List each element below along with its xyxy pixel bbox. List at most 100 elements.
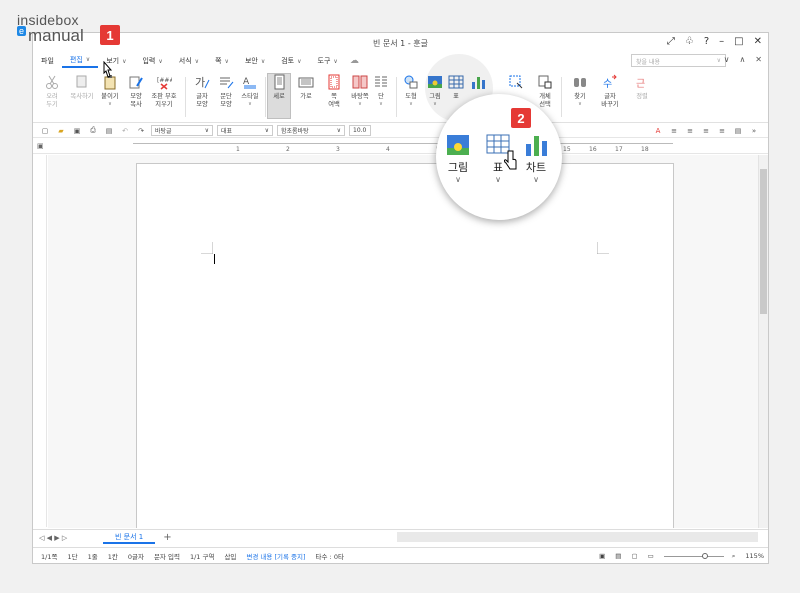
close-button[interactable]: ✕ (754, 36, 762, 47)
zoom-fit-icon[interactable]: ▭ (648, 552, 654, 560)
preview-icon[interactable]: ▤ (103, 126, 115, 136)
view-page-icon[interactable]: ▢ (631, 552, 637, 560)
tab-nav-icon[interactable]: ◁ ◀ ▶ ▷ (39, 534, 67, 542)
distribute-icon[interactable]: ▤ (732, 126, 744, 136)
font-color-icon[interactable]: A (652, 126, 664, 136)
menu-tools[interactable]: 도구 ∨ (310, 56, 346, 66)
landscape-button[interactable]: 가로 (293, 74, 319, 101)
horizontal-scrollbar[interactable] (397, 532, 758, 542)
copy-button[interactable]: 복사하기 (67, 74, 97, 101)
view-normal-icon[interactable]: ▣ (599, 552, 605, 560)
svg-text:근: 근 (636, 79, 645, 90)
landscape-label: 가로 (300, 93, 312, 100)
view-web-icon[interactable]: ▤ (615, 552, 621, 560)
menu-edit[interactable]: 편집 ∨ (61, 55, 99, 68)
zoom-slider[interactable] (663, 552, 724, 559)
clear-codes-button[interactable]: [###] 조판 부호 지우기 (147, 74, 181, 109)
zoom-search-icon[interactable]: ⌕ (732, 552, 736, 561)
fullscreen-icon[interactable]: ⤢ (667, 36, 675, 47)
help-icon[interactable]: ? (704, 36, 709, 47)
mag-picture-button[interactable]: 그림 ∨ (446, 134, 470, 184)
open-folder-icon[interactable]: ▰ (55, 126, 67, 136)
chevron-down-icon: ∨ (336, 127, 341, 134)
maximize-button[interactable]: □ (734, 36, 743, 47)
vertical-ruler[interactable] (33, 155, 47, 527)
ruler-toggle-icon[interactable]: ▣ (37, 142, 44, 150)
menu-file[interactable]: 파일 (33, 56, 62, 66)
ribbon-close-icon[interactable]: ✕ (755, 55, 762, 64)
save-icon[interactable]: ▣ (71, 126, 83, 136)
ruler-scale: 1 2 3 4 5 6 7 15 16 17 18 (133, 143, 673, 153)
scroll-thumb[interactable] (760, 169, 767, 314)
status-insert[interactable]: 삽입 (224, 551, 236, 561)
replace-char-button[interactable]: 수 글자 바꾸기 (595, 74, 625, 109)
format-toolbar: ▢ ▰ ▣ ⎙ ▤ ↶ ↷ 바탕글 ∨ 대표 ∨ 함초롬바탕 ∨ 10.0 A ≡ ≡… (33, 124, 768, 138)
style-select[interactable]: 바탕글 ∨ (151, 125, 213, 136)
add-tab-button[interactable]: + (163, 532, 171, 543)
proofread-button[interactable]: 근 정렬 (627, 74, 657, 101)
language-select[interactable]: 대표 ∨ (217, 125, 273, 136)
mag-table-label: 표 (492, 162, 504, 174)
document-page[interactable] (136, 163, 674, 528)
lock-object-icon (538, 75, 552, 89)
menu-page[interactable]: 쪽 ∨ (207, 56, 237, 66)
horizontal-ruler[interactable]: ▣ 1 2 3 4 5 6 7 15 16 17 18 (33, 140, 768, 154)
align-right-icon[interactable]: ≡ (700, 126, 712, 136)
hangul-window: 빈 문서 1 - 훈글 ⤢ ♧ ? – □ ✕ 파일 편집 ∨ 보기 ∨ 입력 ∨ 서… (32, 32, 769, 564)
ribbon-collapse-icon[interactable]: ∧ (739, 55, 745, 64)
ruler-number: 16 (589, 146, 597, 153)
format-copy-label: 모양 복사 (130, 93, 142, 108)
select-object-button[interactable] (501, 74, 531, 93)
minimize-button[interactable]: – (719, 36, 724, 47)
menu-format[interactable]: 서식 ∨ (171, 56, 207, 66)
align-left-icon[interactable]: ≡ (668, 126, 680, 136)
tab-blank-doc[interactable]: 빈 문서 1 (103, 532, 156, 544)
new-doc-icon[interactable]: ▢ (39, 126, 51, 136)
style-button[interactable]: A 스타일 ∨ (235, 74, 265, 107)
align-center-icon[interactable]: ≡ (684, 126, 696, 136)
chevron-down-icon: ∨ (122, 57, 127, 65)
chevron-down-icon: ∨ (85, 56, 91, 63)
toolbar-more-icon[interactable]: » (748, 126, 760, 136)
vertical-scrollbar[interactable] (758, 155, 768, 528)
justify-icon[interactable]: ≡ (716, 126, 728, 136)
landscape-page-icon (298, 77, 314, 88)
ruler-number: 2 (286, 146, 290, 153)
document-area[interactable] (48, 155, 759, 528)
object-select-label: 개체 선택 (539, 93, 551, 108)
ribbon-separator (396, 77, 397, 117)
print-icon[interactable]: ⎙ (87, 126, 99, 136)
chevron-down-icon: ∨ (578, 101, 582, 107)
columns-button[interactable]: 단 ∨ (369, 74, 393, 107)
ribbon-expand-icon[interactable]: ∨ (724, 55, 730, 64)
cut-button[interactable]: 오려 두기 (37, 74, 67, 109)
font-size-select[interactable]: 10.0 (349, 125, 371, 136)
menu-security[interactable]: 보안 ∨ (237, 56, 273, 66)
zoom-level[interactable]: 115% (745, 552, 764, 560)
background-page-icon (352, 75, 368, 89)
undo-icon[interactable]: ↶ (119, 126, 131, 136)
cloud-icon[interactable]: ☁ (350, 56, 359, 66)
text-cursor (214, 254, 215, 264)
paste-label: 붙이기 (101, 93, 119, 100)
mag-chart-button[interactable]: 차트 ∨ (524, 134, 548, 184)
cut-label: 오려 두기 (46, 93, 58, 108)
portrait-button[interactable]: 세로 (267, 73, 291, 119)
font-select[interactable]: 함초롬바탕 ∨ (277, 125, 345, 136)
shapes-button[interactable]: 도형 ∨ (399, 74, 423, 107)
menu-review[interactable]: 검토 ∨ (273, 56, 309, 66)
find-label: 찾기 (574, 93, 586, 100)
brand-line2: manual (28, 26, 84, 45)
menu-insert[interactable]: 입력 ∨ (134, 56, 170, 66)
step-badge-1: 1 (100, 25, 120, 45)
object-select-button[interactable]: 개체 선택 (530, 74, 560, 109)
columns-icon (375, 76, 387, 87)
erase-codes-icon: [###] (157, 77, 172, 90)
redo-icon[interactable]: ↷ (135, 126, 147, 136)
find-button[interactable]: 찾기 ∨ (565, 74, 595, 107)
status-zone: 1/1 구역 (189, 553, 215, 561)
search-input[interactable]: 찾을 내용 ∨ (631, 54, 726, 67)
help-tip-icon[interactable]: ♧ (685, 36, 694, 47)
status-track-changes[interactable]: 변경 내용 [기록 중지] (246, 551, 305, 561)
chevron-down-icon: ∨ (260, 57, 266, 65)
